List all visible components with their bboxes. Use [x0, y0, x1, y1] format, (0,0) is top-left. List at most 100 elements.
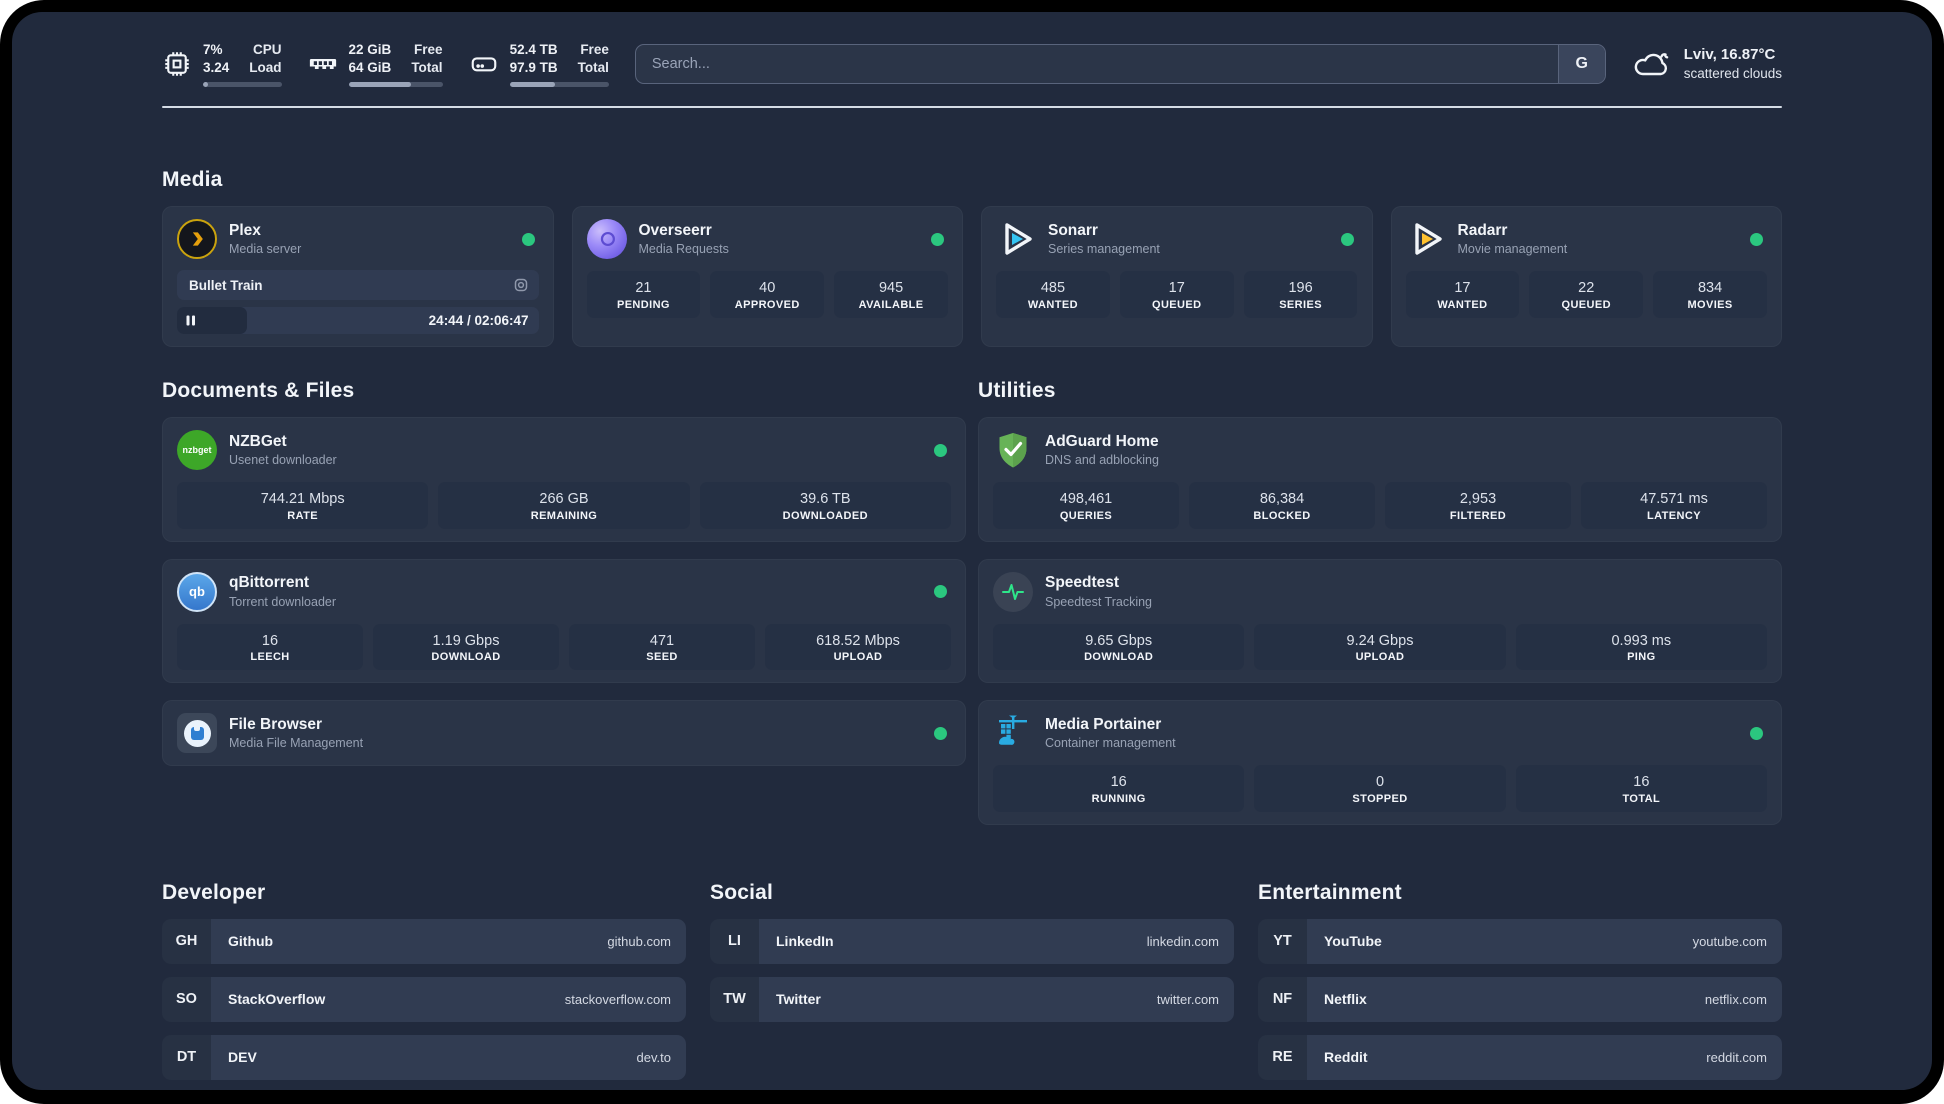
now-playing-title: Bullet Train: [189, 277, 263, 293]
stat-stopped: 0 STOPPED: [1254, 765, 1506, 812]
filebrowser-icon: [177, 713, 217, 754]
dashboard-panel: 7% 3.24 CPU Load 22 GiB 64 GiB Free Tota…: [12, 12, 1932, 1090]
section-entertainment: Entertainment YT YouTube youtube.com NF N…: [1258, 881, 1782, 1090]
app-name: File Browser: [229, 715, 323, 733]
section-media: Media Plex Media server Bullet Train 24:…: [162, 168, 1782, 347]
app-name: NZBGet: [229, 432, 287, 450]
stat-pending: 21 PENDING: [586, 271, 701, 318]
link-abbr: TW: [710, 976, 759, 1022]
link-url: dev.to: [636, 1049, 671, 1065]
app-name: qBittorrent: [229, 574, 310, 592]
stat-queued: 22 QUEUED: [1529, 271, 1644, 318]
disk-icon: [471, 57, 496, 72]
cpu-icon: [165, 52, 189, 76]
social-section-title: Social: [710, 880, 774, 904]
stat-seed: 471 SEED: [569, 623, 755, 671]
link-abbr: GH: [162, 918, 211, 964]
section-utilities: Utilities AdGuard Home DNS and adblockin…: [978, 379, 1782, 825]
session-icon: [514, 278, 527, 292]
disk-progress-track: [509, 81, 609, 87]
link-url: linkedin.com: [1146, 933, 1219, 949]
search-bar: G: [634, 44, 1606, 84]
cpu-label: CPU: [253, 42, 282, 58]
cpu-load-value: 3.24: [203, 60, 230, 75]
app-card-radarr[interactable]: Radarr Movie management 17 WANTED 22 QUEUE…: [1390, 206, 1782, 347]
stat-queries: 498,461 QUERIES: [993, 482, 1179, 529]
app-card-plex[interactable]: Plex Media server Bullet Train 24:44 / 0: [162, 206, 554, 347]
link-abbr: NF: [1258, 976, 1307, 1022]
app-card-overseerr[interactable]: Overseerr Media Requests 21 PENDING 40 APP…: [571, 206, 963, 347]
disk-free-label: Free: [580, 42, 609, 58]
link-stackoverflow[interactable]: SO StackOverflow stackoverflow.com: [162, 976, 686, 1022]
stat-movies: 834 MOVIES: [1653, 271, 1767, 318]
link-youtube[interactable]: YT YouTube youtube.com: [1258, 918, 1782, 964]
speedtest-icon: [993, 571, 1033, 612]
documents-section-title: Documents & Files: [162, 379, 355, 402]
playback-progress-fill: [177, 307, 248, 334]
cpu-usage-value: 7%: [203, 42, 223, 58]
link-abbr: LI: [710, 918, 759, 964]
search-engine-button[interactable]: G: [1557, 45, 1605, 83]
link-dev[interactable]: DT DEV dev.to: [162, 1034, 686, 1080]
cpu-load-label: Load: [249, 60, 282, 75]
app-card-sonarr[interactable]: Sonarr Series management 485 WANTED 17 QUE…: [981, 206, 1373, 347]
app-card-filebrowser[interactable]: File Browser Media File Management: [162, 700, 966, 767]
entertainment-section-title: Entertainment: [1258, 880, 1402, 904]
app-desc: Series management: [1048, 241, 1160, 256]
app-name: Media Portainer: [1045, 715, 1162, 733]
disk-metric: 52.4 TB 97.9 TB Free Total: [469, 41, 609, 87]
section-documents: Documents & Files nzbget NZBGet Usenet d…: [162, 379, 966, 767]
app-card-speedtest[interactable]: Speedtest Speedtest Tracking 9.65 Gbps DO…: [978, 558, 1782, 684]
ram-total-label: Total: [411, 60, 443, 75]
app-desc: Movie management: [1457, 241, 1568, 256]
sonarr-icon: [996, 219, 1036, 259]
link-reddit[interactable]: RE Reddit reddit.com: [1258, 1034, 1782, 1080]
status-dot: [1340, 232, 1354, 246]
link-github[interactable]: GH Github github.com: [162, 918, 686, 964]
app-name: Radarr: [1457, 221, 1508, 239]
app-card-qbittorrent[interactable]: qb qBittorrent Torrent downloader 16 LEEC…: [162, 558, 966, 684]
stat-downloaded: 39.6 TB DOWNLOADED: [699, 482, 951, 529]
app-desc: DNS and adblocking: [1045, 452, 1159, 467]
stat-download: 1.19 Gbps DOWNLOAD: [373, 623, 559, 671]
media-section-title: Media: [162, 168, 223, 191]
status-dot: [1750, 726, 1763, 740]
status-dot: [521, 232, 535, 246]
app-name: Speedtest: [1045, 574, 1120, 592]
link-url: youtube.com: [1692, 933, 1767, 949]
stat-queued: 17 QUEUED: [1119, 271, 1234, 318]
portainer-icon: [993, 713, 1033, 753]
app-desc: Speedtest Tracking: [1045, 594, 1153, 609]
qbittorrent-icon: qb: [177, 571, 217, 612]
weather-widget[interactable]: Lviv, 16.87°C scattered clouds: [1632, 45, 1782, 82]
link-abbr: DT: [162, 1034, 211, 1080]
link-url: stackoverflow.com: [564, 991, 671, 1007]
ram-free-label: Free: [414, 42, 443, 58]
header-divider: [162, 106, 1782, 108]
link-name: Github: [228, 933, 274, 950]
cpu-progress-fill: [203, 81, 209, 87]
search-input[interactable]: [634, 44, 1606, 84]
link-url: github.com: [607, 933, 671, 949]
app-card-nzbget[interactable]: nzbget NZBGet Usenet downloader 744.21 M…: [162, 417, 966, 542]
app-desc: Media File Management: [229, 736, 364, 751]
screen-frame: 7% 3.24 CPU Load 22 GiB 64 GiB Free Tota…: [0, 0, 1944, 1104]
link-name: StackOverflow: [228, 991, 326, 1008]
link-name: Netflix: [1324, 991, 1367, 1008]
weather-location-temp: Lviv, 16.87°C: [1683, 46, 1776, 64]
app-card-portainer[interactable]: Media Portainer Container management 16 R…: [978, 700, 1782, 825]
link-twitter[interactable]: TW Twitter twitter.com: [710, 976, 1234, 1022]
app-name: Overseerr: [638, 221, 712, 239]
link-name: Reddit: [1324, 1049, 1368, 1066]
nzbget-icon: nzbget: [177, 430, 217, 470]
disk-total-value: 97.9 TB: [509, 60, 558, 75]
ram-progress-fill: [348, 81, 411, 87]
playback-progress-bar: 24:44 / 02:06:47: [177, 307, 539, 334]
stat-filtered: 2,953 FILTERED: [1385, 482, 1571, 529]
status-dot: [931, 232, 944, 246]
status-dot: [934, 585, 947, 599]
app-card-adguard[interactable]: AdGuard Home DNS and adblocking 498,461 Q…: [978, 417, 1782, 542]
qbittorrent-icon-label: qb: [189, 584, 205, 600]
link-netflix[interactable]: NF Netflix netflix.com: [1258, 976, 1782, 1022]
link-linkedin[interactable]: LI LinkedIn linkedin.com: [710, 918, 1234, 964]
